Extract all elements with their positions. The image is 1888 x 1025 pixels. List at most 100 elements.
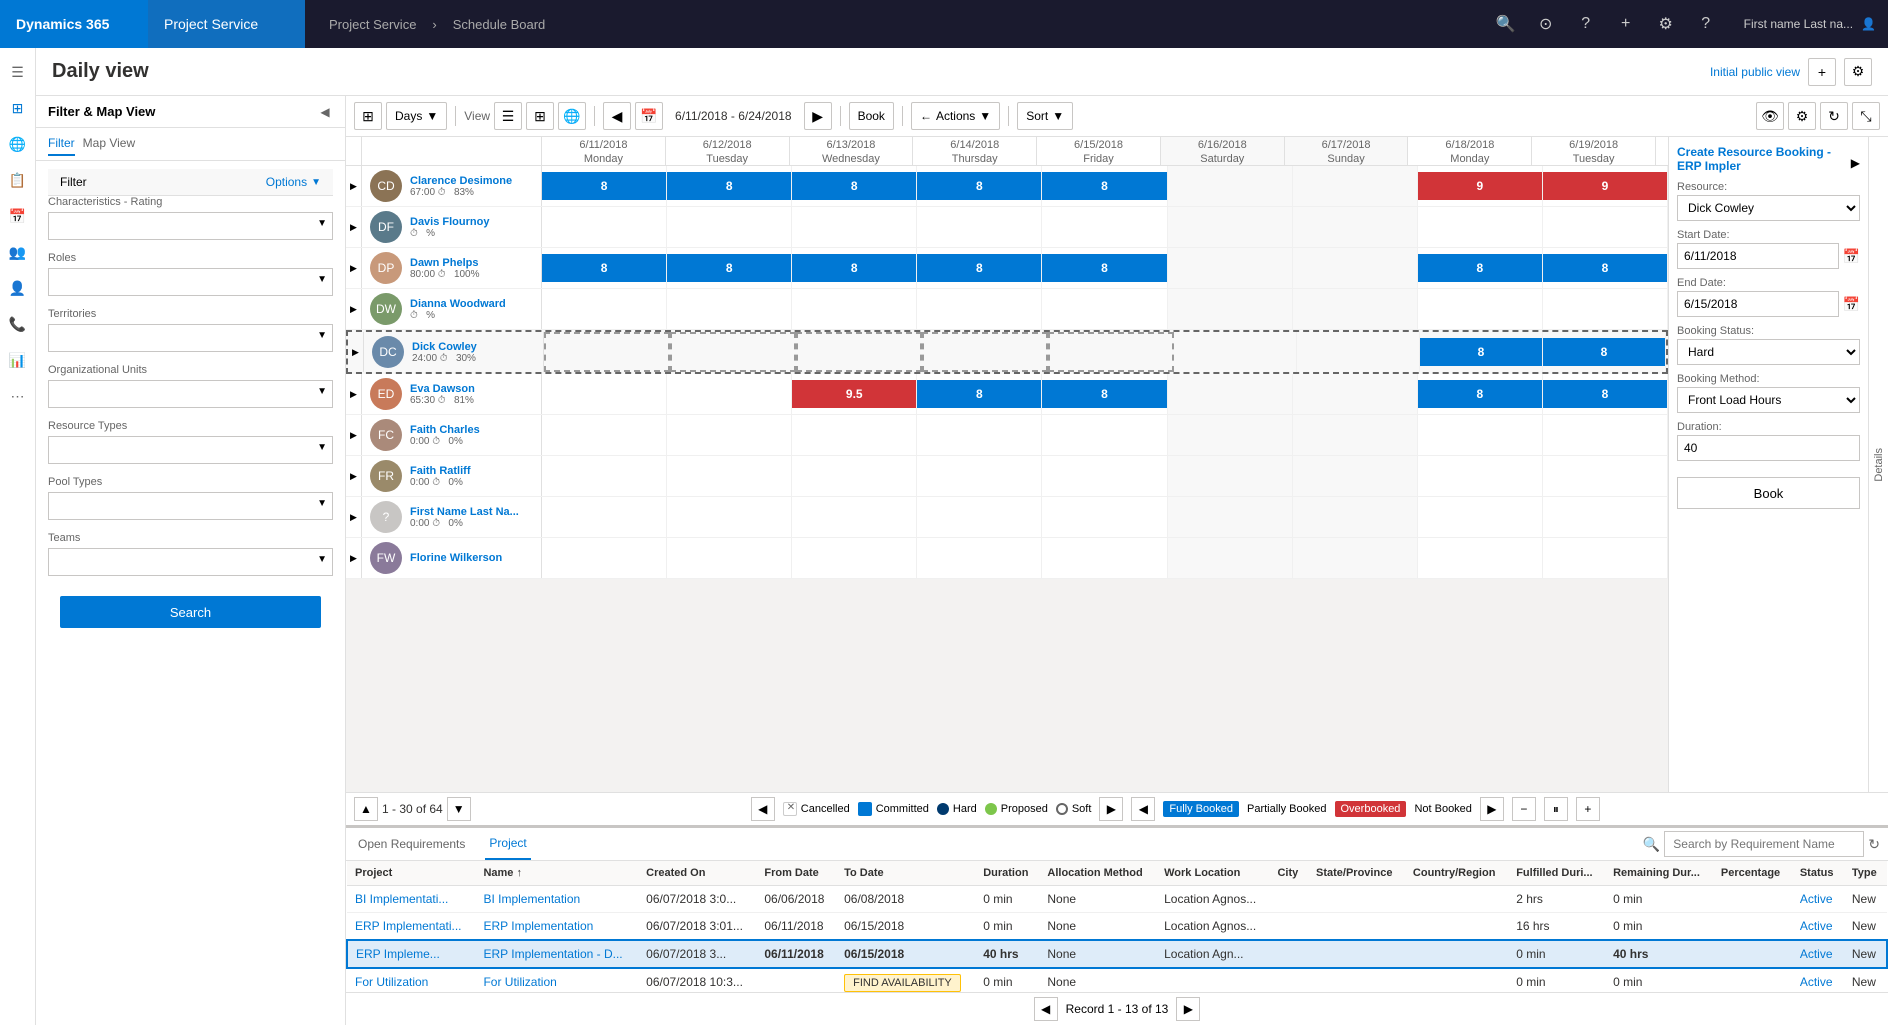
expand-clarence[interactable]: ▶ (346, 166, 362, 206)
cell-dp-8[interactable]: 8 (1543, 248, 1668, 288)
cell-dp-0[interactable]: 8 (542, 248, 667, 288)
name-eva[interactable]: Eva Dawson (410, 383, 475, 395)
cell-ed-3[interactable]: 8 (917, 374, 1042, 414)
pause-btn[interactable]: ⏸ (1544, 797, 1568, 821)
calendar-icon[interactable]: 📅 (2, 200, 34, 232)
link-util-project[interactable]: For Utilization (355, 975, 428, 989)
expand-up-btn[interactable]: ▲ (354, 797, 378, 821)
cell-dc-8[interactable]: 8 (1543, 332, 1666, 372)
end-date-input[interactable] (1677, 291, 1839, 317)
cell-c-7[interactable]: 9 (1418, 166, 1543, 206)
expand-florine[interactable]: ▶ (346, 538, 362, 578)
breadcrumb-2[interactable]: Schedule Board (453, 17, 546, 32)
search-icon[interactable]: 🔍 (1488, 6, 1524, 42)
teams-select[interactable] (48, 548, 333, 576)
duration-input[interactable] (1677, 435, 1860, 461)
find-availability-badge[interactable]: FIND AVAILABILITY (844, 974, 961, 992)
next-range-btn[interactable]: ▶ (1480, 797, 1504, 821)
req-search-input[interactable] (1664, 831, 1864, 857)
cell-dc-7[interactable]: 8 (1420, 332, 1543, 372)
expand-firstname[interactable]: ▶ (346, 497, 362, 537)
name-dianna[interactable]: Dianna Woodward (410, 298, 506, 310)
globe-view-btn[interactable]: 🌐 (558, 102, 586, 130)
start-date-input[interactable] (1677, 243, 1839, 269)
name-faith-c[interactable]: Faith Charles (410, 424, 480, 436)
link-bi-project[interactable]: BI Implementati... (355, 892, 448, 906)
grid-icon-btn[interactable]: ⊞ (354, 102, 382, 130)
phone-icon[interactable]: 📞 (2, 308, 34, 340)
name-davis[interactable]: Davis Flournoy (410, 216, 489, 228)
prev-date-btn[interactable]: ◀ (603, 102, 631, 130)
prev-page-btn[interactable]: ◀ (751, 797, 775, 821)
expand-down-btn[interactable]: ▼ (447, 797, 471, 821)
name-dick[interactable]: Dick Cowley (412, 341, 477, 353)
eye-icon-btn[interactable]: 👁 (1756, 102, 1784, 130)
breadcrumb-1[interactable]: Project Service (329, 17, 416, 32)
cell-c-1[interactable]: 8 (667, 166, 792, 206)
calendar-icon-btn[interactable]: 📅 (635, 102, 663, 130)
cell-ed-8[interactable]: 8 (1543, 374, 1668, 414)
toolbar-settings-btn[interactable]: ⚙ (1788, 102, 1816, 130)
cell-c-8[interactable]: 9 (1543, 166, 1668, 206)
tasks-icon[interactable]: 📋 (2, 164, 34, 196)
expand-faith-r[interactable]: ▶ (346, 456, 362, 496)
territories-select[interactable] (48, 324, 333, 352)
refresh-btn[interactable]: ↻ (1820, 102, 1848, 130)
settings-icon[interactable]: ⚙ (1648, 6, 1684, 42)
link-erp1-name[interactable]: ERP Implementation (483, 919, 593, 933)
start-date-calendar-icon[interactable]: 📅 (1843, 248, 1860, 265)
days-btn[interactable]: Days ▼ (386, 102, 447, 130)
cell-ed-7[interactable]: 8 (1418, 374, 1543, 414)
cell-dp-4[interactable]: 8 (1042, 248, 1167, 288)
table-row-bi[interactable]: BI Implementati... BI Implementation 06/… (347, 886, 1887, 913)
add-view-btn[interactable]: + (1808, 58, 1836, 86)
prev-range-btn[interactable]: ◀ (1131, 797, 1155, 821)
resource-types-select[interactable] (48, 436, 333, 464)
list-view-btn[interactable]: ☰ (494, 102, 522, 130)
roles-select[interactable] (48, 268, 333, 296)
table-row-erp2[interactable]: ERP Impleme... ERP Implementation - D...… (347, 940, 1887, 968)
filter-options-label[interactable]: Options (266, 175, 307, 189)
booking-status-select[interactable]: Hard (1677, 339, 1860, 365)
name-florine[interactable]: Florine Wilkerson (410, 552, 502, 564)
zoom-out-btn[interactable]: − (1512, 797, 1536, 821)
dashboard-icon[interactable]: ⊞ (2, 92, 34, 124)
globe-icon[interactable]: 🌐 (2, 128, 34, 160)
name-firstname[interactable]: First Name Last Na... (410, 506, 519, 518)
circle-check-icon[interactable]: ⊙ (1528, 6, 1564, 42)
link-erp2-name[interactable]: ERP Implementation - D... (483, 947, 622, 961)
book-confirm-btn[interactable]: Book (1677, 477, 1860, 509)
link-erp1-status[interactable]: Active (1800, 919, 1833, 933)
dynamics-logo[interactable]: Dynamics 365 (0, 0, 148, 48)
project-service-nav[interactable]: Project Service (148, 0, 305, 48)
name-faith-r[interactable]: Faith Ratliff (410, 465, 471, 477)
end-date-calendar-icon[interactable]: 📅 (1843, 296, 1860, 313)
cell-ed-2[interactable]: 9.5 (792, 374, 917, 414)
booking-panel-expand[interactable]: ▶ (1851, 156, 1860, 170)
expand-dick[interactable]: ▶ (348, 332, 364, 372)
settings-btn[interactable]: ⚙ (1844, 58, 1872, 86)
booking-method-select[interactable]: Front Load Hours (1677, 387, 1860, 413)
link-bi-name[interactable]: BI Implementation (483, 892, 580, 906)
link-util-status[interactable]: Active (1800, 975, 1833, 989)
actions-btn[interactable]: ← Actions ▼ (911, 102, 1000, 130)
search-button[interactable]: Search (60, 596, 321, 628)
expand-dawn[interactable]: ▶ (346, 248, 362, 288)
next-record-btn[interactable]: ▶ (1176, 997, 1200, 1021)
link-erp1-project[interactable]: ERP Implementati... (355, 919, 462, 933)
cell-dp-1[interactable]: 8 (667, 248, 792, 288)
question-circle-icon[interactable]: ? (1568, 6, 1604, 42)
next-date-btn[interactable]: ▶ (804, 102, 832, 130)
cell-c-4[interactable]: 8 (1042, 166, 1167, 206)
filter-options-chevron[interactable]: ▼ (311, 177, 321, 188)
more-icon[interactable]: ⋯ (2, 380, 34, 412)
cell-c-2[interactable]: 8 (792, 166, 917, 206)
tab-filter[interactable]: Filter (48, 132, 75, 156)
table-row-utilization[interactable]: For Utilization For Utilization 06/07/20… (347, 968, 1887, 992)
collapse-filter-btn[interactable]: ◀ (317, 105, 333, 119)
cell-c-3[interactable]: 8 (917, 166, 1042, 206)
req-search-icon[interactable]: 🔍 (1643, 836, 1660, 853)
tab-map-view[interactable]: Map View (83, 132, 135, 156)
cell-dp-7[interactable]: 8 (1418, 248, 1543, 288)
org-units-select[interactable] (48, 380, 333, 408)
